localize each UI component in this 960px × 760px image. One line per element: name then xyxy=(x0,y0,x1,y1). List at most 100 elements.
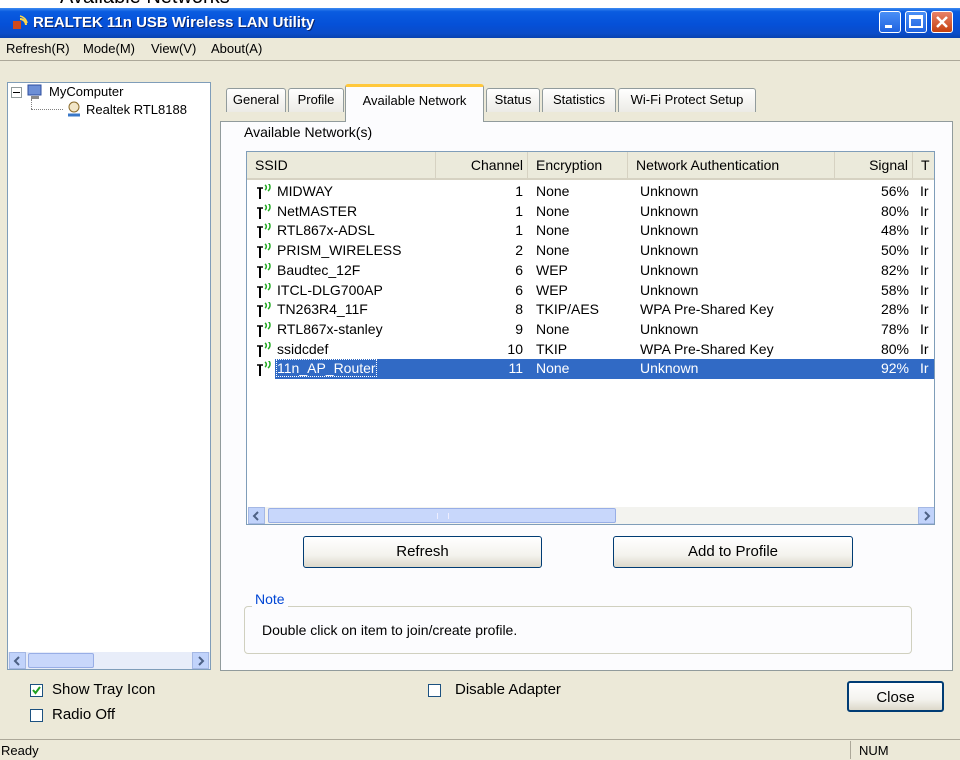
window-title: REALTEK 11n USB Wireless LAN Utility xyxy=(33,14,315,31)
row-signal: 50% xyxy=(880,242,909,259)
radio-off-box[interactable] xyxy=(30,709,43,722)
row-signal: 58% xyxy=(880,281,909,298)
close-icon xyxy=(936,16,948,28)
app-window: REALTEK 11n USB Wireless LAN Utility Ref… xyxy=(0,8,960,760)
menu-refresh[interactable]: Refresh(R) xyxy=(6,41,70,56)
table-row[interactable]: RTL867x-stanley 9 None Unknown 78% Ir xyxy=(247,320,934,340)
row-channel: 11 xyxy=(508,360,523,377)
disable-adapter-label: Disable Adapter xyxy=(455,681,561,698)
tree-root-label[interactable]: MyComputer xyxy=(49,84,123,99)
cropped-top-strip: Available Networks xyxy=(0,0,960,8)
row-type: Ir xyxy=(920,242,929,259)
signal-icon xyxy=(257,341,271,357)
list-scroll-thumb[interactable] xyxy=(268,508,616,523)
row-encryption: WEP xyxy=(536,261,568,278)
adapter-tree[interactable]: MyComputer Realtek RTL8188 xyxy=(7,82,211,670)
row-type: Ir xyxy=(920,183,929,199)
row-type: Ir xyxy=(920,301,929,318)
scroll-thumb[interactable] xyxy=(28,653,94,668)
close-window-button[interactable] xyxy=(931,11,953,33)
row-signal: 80% xyxy=(880,340,909,357)
cropped-heading-text: Available Networks xyxy=(60,0,230,8)
tree-collapse-toggle[interactable] xyxy=(11,87,22,98)
row-auth: Unknown xyxy=(640,242,699,259)
table-row[interactable]: TN263R4_11F 8 TKIP/AES WPA Pre-Shared Key 28… xyxy=(247,300,934,320)
scroll-left-icon xyxy=(252,511,259,521)
row-encryption: None xyxy=(536,360,570,377)
row-encryption: None xyxy=(536,222,570,239)
minimize-button[interactable] xyxy=(879,11,901,33)
refresh-button[interactable]: Refresh xyxy=(303,536,542,568)
row-type: Ir xyxy=(920,202,929,219)
row-auth: Unknown xyxy=(640,222,699,239)
disable-adapter-box[interactable] xyxy=(428,684,441,697)
title-bar[interactable]: REALTEK 11n USB Wireless LAN Utility xyxy=(0,8,960,38)
add-to-profile-button[interactable]: Add to Profile xyxy=(613,536,853,568)
wifi-utility-icon xyxy=(13,15,28,29)
signal-icon xyxy=(257,203,271,219)
scroll-left-button[interactable] xyxy=(9,652,26,669)
row-auth: WPA Pre-Shared Key xyxy=(640,340,774,357)
row-ssid: 11n_AP_Router xyxy=(276,359,377,378)
column-header-type[interactable]: T xyxy=(913,152,934,178)
row-type: Ir xyxy=(920,340,929,357)
maximize-icon xyxy=(909,15,923,28)
tree-line xyxy=(31,109,63,111)
tab-wifi-protect-setup[interactable]: Wi-Fi Protect Setup xyxy=(618,88,756,112)
row-channel: 2 xyxy=(515,242,523,259)
menu-about[interactable]: About(A) xyxy=(211,41,262,56)
list-horizontal-scrollbar[interactable] xyxy=(248,507,934,524)
column-header-auth[interactable]: Network Authentication xyxy=(628,152,835,178)
row-auth: Unknown xyxy=(640,320,699,337)
scroll-left-icon xyxy=(13,656,20,666)
row-channel: 9 xyxy=(515,320,523,337)
tree-horizontal-scrollbar[interactable] xyxy=(8,652,210,669)
row-type: Ir xyxy=(920,360,929,377)
table-row[interactable]: MIDWAY 1 None Unknown 56% Ir xyxy=(247,182,934,202)
table-row[interactable]: 11n_AP_Router 11 None Unknown 92% Ir xyxy=(247,359,934,380)
tab-available-network[interactable]: Available Network xyxy=(345,84,484,122)
row-encryption: WEP xyxy=(536,281,568,298)
menu-mode[interactable]: Mode(M) xyxy=(83,41,135,56)
table-row[interactable]: RTL867x-ADSL 1 None Unknown 48% Ir xyxy=(247,221,934,241)
row-channel: 6 xyxy=(515,281,523,298)
minimize-icon xyxy=(885,25,892,28)
column-header-ssid[interactable]: SSID xyxy=(247,152,436,178)
network-list[interactable]: SSID Channel Encryption Network Authenti… xyxy=(246,151,935,525)
row-auth: Unknown xyxy=(640,261,699,278)
network-adapter-icon xyxy=(68,101,80,117)
row-ssid: ITCL-DLG700AP xyxy=(277,281,383,298)
row-ssid: TN263R4_11F xyxy=(277,301,368,318)
menu-view[interactable]: View(V) xyxy=(151,41,196,56)
list-scroll-right-button[interactable] xyxy=(918,507,934,524)
table-row[interactable]: NetMASTER 1 None Unknown 80% Ir xyxy=(247,202,934,222)
tab-profile[interactable]: Profile xyxy=(288,88,344,112)
close-button[interactable]: Close xyxy=(847,681,944,712)
table-row[interactable]: ssidcdef 10 TKIP WPA Pre-Shared Key 80% Ir xyxy=(247,340,934,360)
table-row[interactable]: PRISM_WIRELESS 2 None Unknown 50% Ir xyxy=(247,241,934,261)
row-signal: 56% xyxy=(880,183,909,199)
tab-status[interactable]: Status xyxy=(486,88,540,112)
row-ssid: Baudtec_12F xyxy=(277,261,361,278)
tree-adapter-label[interactable]: Realtek RTL8188 xyxy=(86,102,210,117)
note-text: Double click on item to join/create prof… xyxy=(262,622,518,638)
scroll-right-button[interactable] xyxy=(192,652,209,669)
column-header-encryption[interactable]: Encryption xyxy=(528,152,628,178)
row-encryption: None xyxy=(536,202,570,219)
scroll-right-icon xyxy=(924,511,931,521)
list-scroll-left-button[interactable] xyxy=(248,507,265,524)
maximize-button[interactable] xyxy=(905,11,927,33)
tab-general[interactable]: General xyxy=(226,88,286,112)
table-row[interactable]: Baudtec_12F 6 WEP Unknown 82% Ir xyxy=(247,261,934,281)
table-row[interactable]: ITCL-DLG700AP 6 WEP Unknown 58% Ir xyxy=(247,281,934,301)
column-header-signal[interactable]: Signal xyxy=(835,152,913,178)
num-lock-indicator: NUM xyxy=(859,743,889,758)
tab-statistics[interactable]: Statistics xyxy=(542,88,616,112)
row-signal: 92% xyxy=(880,360,909,377)
show-tray-icon-box[interactable] xyxy=(30,684,43,697)
row-signal: 28% xyxy=(880,301,909,318)
row-encryption: TKIP/AES xyxy=(536,301,600,318)
row-auth: Unknown xyxy=(640,183,699,199)
column-header-channel[interactable]: Channel xyxy=(436,152,528,178)
list-rows: MIDWAY 1 None Unknown 56% Ir NetMASTER 1 None Unk… xyxy=(247,182,934,392)
